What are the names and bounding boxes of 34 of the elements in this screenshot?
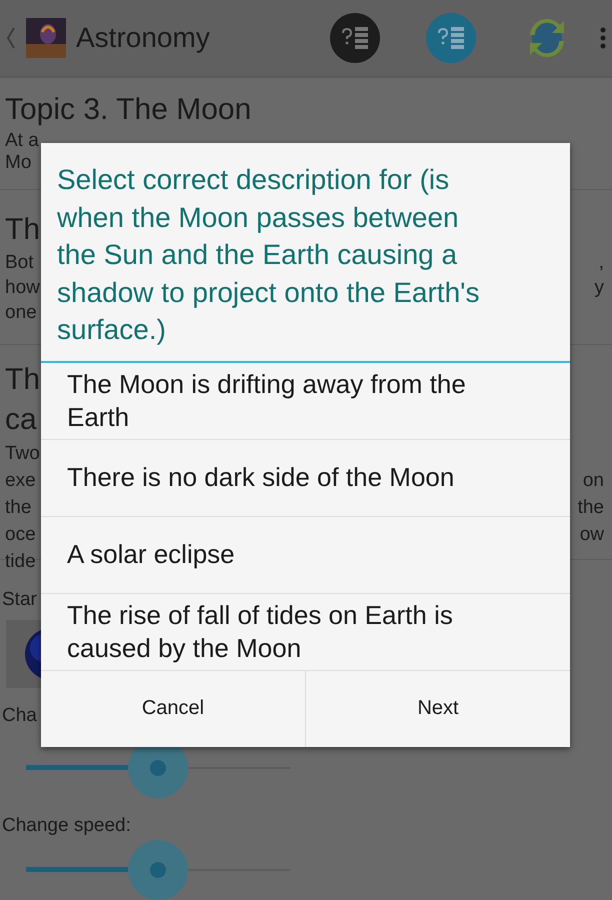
section-title: Th — [5, 212, 40, 248]
body-text: , — [598, 251, 604, 275]
answer-option[interactable]: There is no dark side of the Moon — [41, 440, 570, 516]
section-title: Th — [5, 362, 40, 398]
body-text: how — [5, 276, 40, 300]
body-text: Bot — [5, 251, 34, 275]
control-label: Cha — [1, 704, 37, 728]
back-chevron-icon[interactable] — [6, 26, 16, 50]
body-text: At a — [5, 130, 39, 152]
body-text: oce — [5, 523, 36, 547]
slider[interactable] — [26, 840, 290, 900]
section-title: Topic 3. The Moon — [5, 92, 252, 128]
body-text: the — [578, 496, 604, 520]
overflow-menu-icon[interactable] — [600, 27, 606, 49]
control-label: Change speed: — [1, 814, 131, 838]
body-text: on — [582, 469, 604, 493]
app-title: Astronomy — [76, 22, 210, 54]
body-text: y — [594, 276, 604, 300]
answer-option[interactable]: A solar eclipse — [41, 516, 570, 594]
control-label: Star — [1, 588, 37, 612]
dialog-title: Select correct description for (is when the Moon passes between the Sun and the Earth causing a shadow to project onto the Earth's surface.) — [41, 143, 570, 362]
body-text: ow — [580, 523, 604, 547]
body-text: exe — [5, 469, 36, 493]
dialog-button[interactable]: Cancel — [41, 670, 305, 746]
quiz-list-icon[interactable] — [426, 13, 476, 63]
body-text: the — [5, 496, 32, 520]
body-text: one — [5, 301, 37, 325]
body-text: tide — [5, 550, 36, 574]
quiz-list-icon[interactable] — [330, 13, 380, 63]
body-text: Mo — [5, 152, 32, 174]
dialog-button[interactable]: Next — [305, 670, 570, 746]
body-text: Two — [5, 442, 40, 466]
answer-option[interactable]: The Moon is drifting away from the Earth — [41, 362, 570, 440]
section-title: ca — [5, 402, 37, 438]
